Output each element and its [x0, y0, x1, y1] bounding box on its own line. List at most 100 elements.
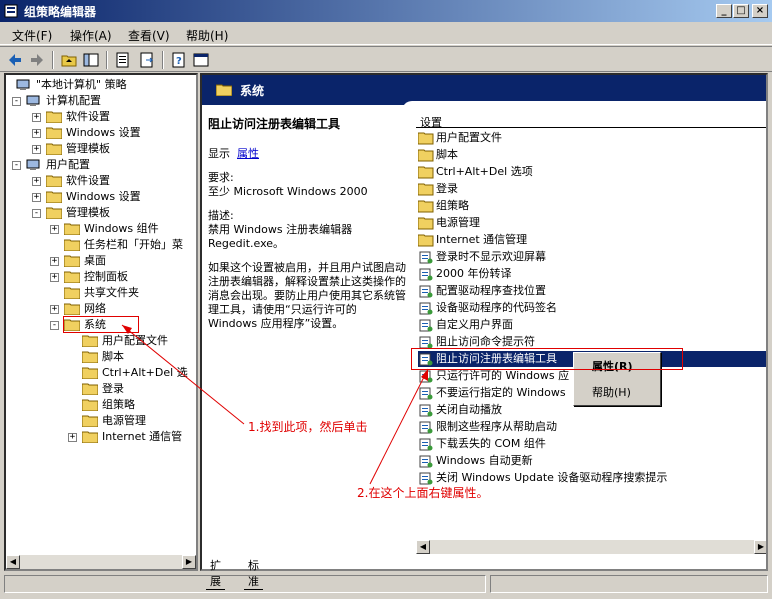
expand-icon[interactable]: + [32, 145, 41, 154]
tree-item[interactable]: + Windows 设置 [6, 125, 196, 141]
tree-item[interactable]: - 计算机配置 [6, 93, 196, 109]
list-item[interactable]: Internet 通信管理 [418, 232, 766, 248]
tree-item[interactable]: + 软件设置 [6, 173, 196, 189]
menu-help[interactable]: 帮助(H) [186, 27, 228, 44]
policy-computer-icon [16, 79, 30, 90]
list-item[interactable]: 登录时不显示欢迎屏幕 [418, 249, 766, 265]
scroll-left-button[interactable]: ◀ [6, 555, 20, 569]
toolbar-separator [162, 51, 164, 69]
menu-view[interactable]: 查看(V) [128, 27, 170, 44]
scroll-left-button[interactable]: ◀ [416, 540, 430, 554]
list-item[interactable]: 组策略 [418, 198, 766, 214]
tree-item[interactable]: 组策略 [6, 397, 196, 413]
list-item[interactable]: 配置驱动程序查找位置 [418, 283, 766, 299]
list-item[interactable]: 电源管理 [418, 215, 766, 231]
collapse-icon[interactable]: - [32, 209, 41, 218]
console-window-icon[interactable] [192, 51, 210, 69]
menu-file[interactable]: 文件(F) [12, 27, 52, 44]
list-item[interactable]: 脚本 [418, 147, 766, 163]
tree-item[interactable]: + 软件设置 [6, 109, 196, 125]
tree-horizontal-scrollbar[interactable]: ◀ ▶ [6, 555, 196, 569]
folder-icon [82, 367, 98, 379]
status-panel [4, 575, 486, 593]
folder-icon [64, 255, 80, 267]
folder-icon [418, 183, 434, 196]
policy-title: 阻止访问注册表编辑工具 [208, 117, 341, 131]
tree-item[interactable]: + Internet 通信管 [6, 429, 196, 445]
header-curve [402, 101, 766, 115]
tree-item[interactable]: - 管理模板 [6, 205, 196, 221]
policy-setting-icon [419, 438, 433, 451]
maximize-button[interactable]: □ [733, 4, 749, 18]
expand-icon[interactable]: + [68, 433, 77, 442]
collapse-icon[interactable]: - [12, 161, 21, 170]
list-item[interactable]: Windows 自动更新 [418, 453, 766, 469]
menu-action[interactable]: 操作(A) [70, 27, 112, 44]
toolbar-separator [52, 51, 54, 69]
collapse-icon[interactable]: - [50, 321, 59, 330]
tree-item-label: Internet 通信管 [102, 430, 183, 443]
tree-item[interactable]: + 控制面板 [6, 269, 196, 285]
tree-item[interactable]: 电源管理 [6, 413, 196, 429]
tree-item[interactable]: 共享文件夹 [6, 285, 196, 301]
expand-icon[interactable]: + [32, 193, 41, 202]
list-item[interactable]: 限制这些程序从帮助启动 [418, 419, 766, 435]
tree-item[interactable]: 任务栏和「开始」菜 [6, 237, 196, 253]
list-item-label: Ctrl+Alt+Del 选项 [436, 165, 533, 178]
list-item-label: 设备驱动程序的代码签名 [436, 301, 557, 314]
column-header-setting[interactable]: 设置 [416, 114, 766, 129]
list-horizontal-scrollbar[interactable]: ◀ ▶ [416, 540, 766, 554]
minimize-button[interactable]: _ [716, 4, 732, 18]
list-item-label: 脚本 [436, 148, 458, 161]
forward-arrow-icon[interactable] [28, 51, 46, 69]
tree-item[interactable]: Ctrl+Alt+Del 选 [6, 365, 196, 381]
annotation-step1: 1.找到此项，然后单击 [248, 420, 368, 434]
status-panel [490, 575, 768, 593]
tree-item[interactable]: + 管理模板 [6, 141, 196, 157]
show-hide-tree-icon[interactable] [82, 51, 100, 69]
list-item-label: 不要运行指定的 Windows [436, 386, 566, 399]
list-item[interactable]: 登录 [418, 181, 766, 197]
toolbar: ? [0, 46, 772, 72]
expand-icon[interactable]: + [50, 273, 59, 282]
expand-icon[interactable]: + [50, 257, 59, 266]
help-icon[interactable]: ? [170, 51, 188, 69]
tree-item[interactable]: "本地计算机" 策略 [6, 77, 196, 93]
tree-item[interactable]: + 桌面 [6, 253, 196, 269]
properties-link[interactable]: 属性 [237, 147, 259, 160]
tree-item-label: 共享文件夹 [84, 286, 139, 299]
list-item-label: 组策略 [436, 199, 469, 212]
collapse-icon[interactable]: - [12, 97, 21, 106]
tree-item[interactable]: + Windows 设置 [6, 189, 196, 205]
expand-icon[interactable]: + [32, 177, 41, 186]
expand-icon[interactable]: + [50, 305, 59, 314]
tree-item[interactable]: 登录 [6, 381, 196, 397]
tree-item[interactable]: 用户配置文件 [6, 333, 196, 349]
list-item[interactable]: 用户配置文件 [418, 130, 766, 146]
folder-icon [46, 207, 62, 219]
close-button[interactable]: × [752, 4, 768, 18]
list-item[interactable]: 下载丢失的 COM 组件 [418, 436, 766, 452]
properties-icon[interactable] [114, 51, 132, 69]
tree-item-label: 桌面 [84, 254, 106, 267]
description-label: 描述: [208, 209, 234, 222]
context-menu-help[interactable]: 帮助(H) [578, 384, 656, 402]
back-arrow-icon[interactable] [6, 51, 24, 69]
expand-icon[interactable]: + [50, 225, 59, 234]
scroll-right-button[interactable]: ▶ [182, 555, 196, 569]
list-item[interactable]: 自定义用户界面 [418, 317, 766, 333]
list-item[interactable]: Ctrl+Alt+Del 选项 [418, 164, 766, 180]
tree-item[interactable]: + 网络 [6, 301, 196, 317]
expand-icon[interactable]: + [32, 113, 41, 122]
tree-item[interactable]: - 用户配置 [6, 157, 196, 173]
list-item[interactable]: 设备驱动程序的代码签名 [418, 300, 766, 316]
up-folder-icon[interactable] [60, 51, 78, 69]
folder-icon [82, 415, 98, 427]
tree-item[interactable]: 脚本 [6, 349, 196, 365]
scroll-right-button[interactable]: ▶ [754, 540, 766, 554]
list-item[interactable]: 2000 年份转译 [418, 266, 766, 282]
list-item-label: 关闭自动播放 [436, 403, 502, 416]
tree-item[interactable]: + Windows 组件 [6, 221, 196, 237]
export-list-icon[interactable] [138, 51, 156, 69]
expand-icon[interactable]: + [32, 129, 41, 138]
